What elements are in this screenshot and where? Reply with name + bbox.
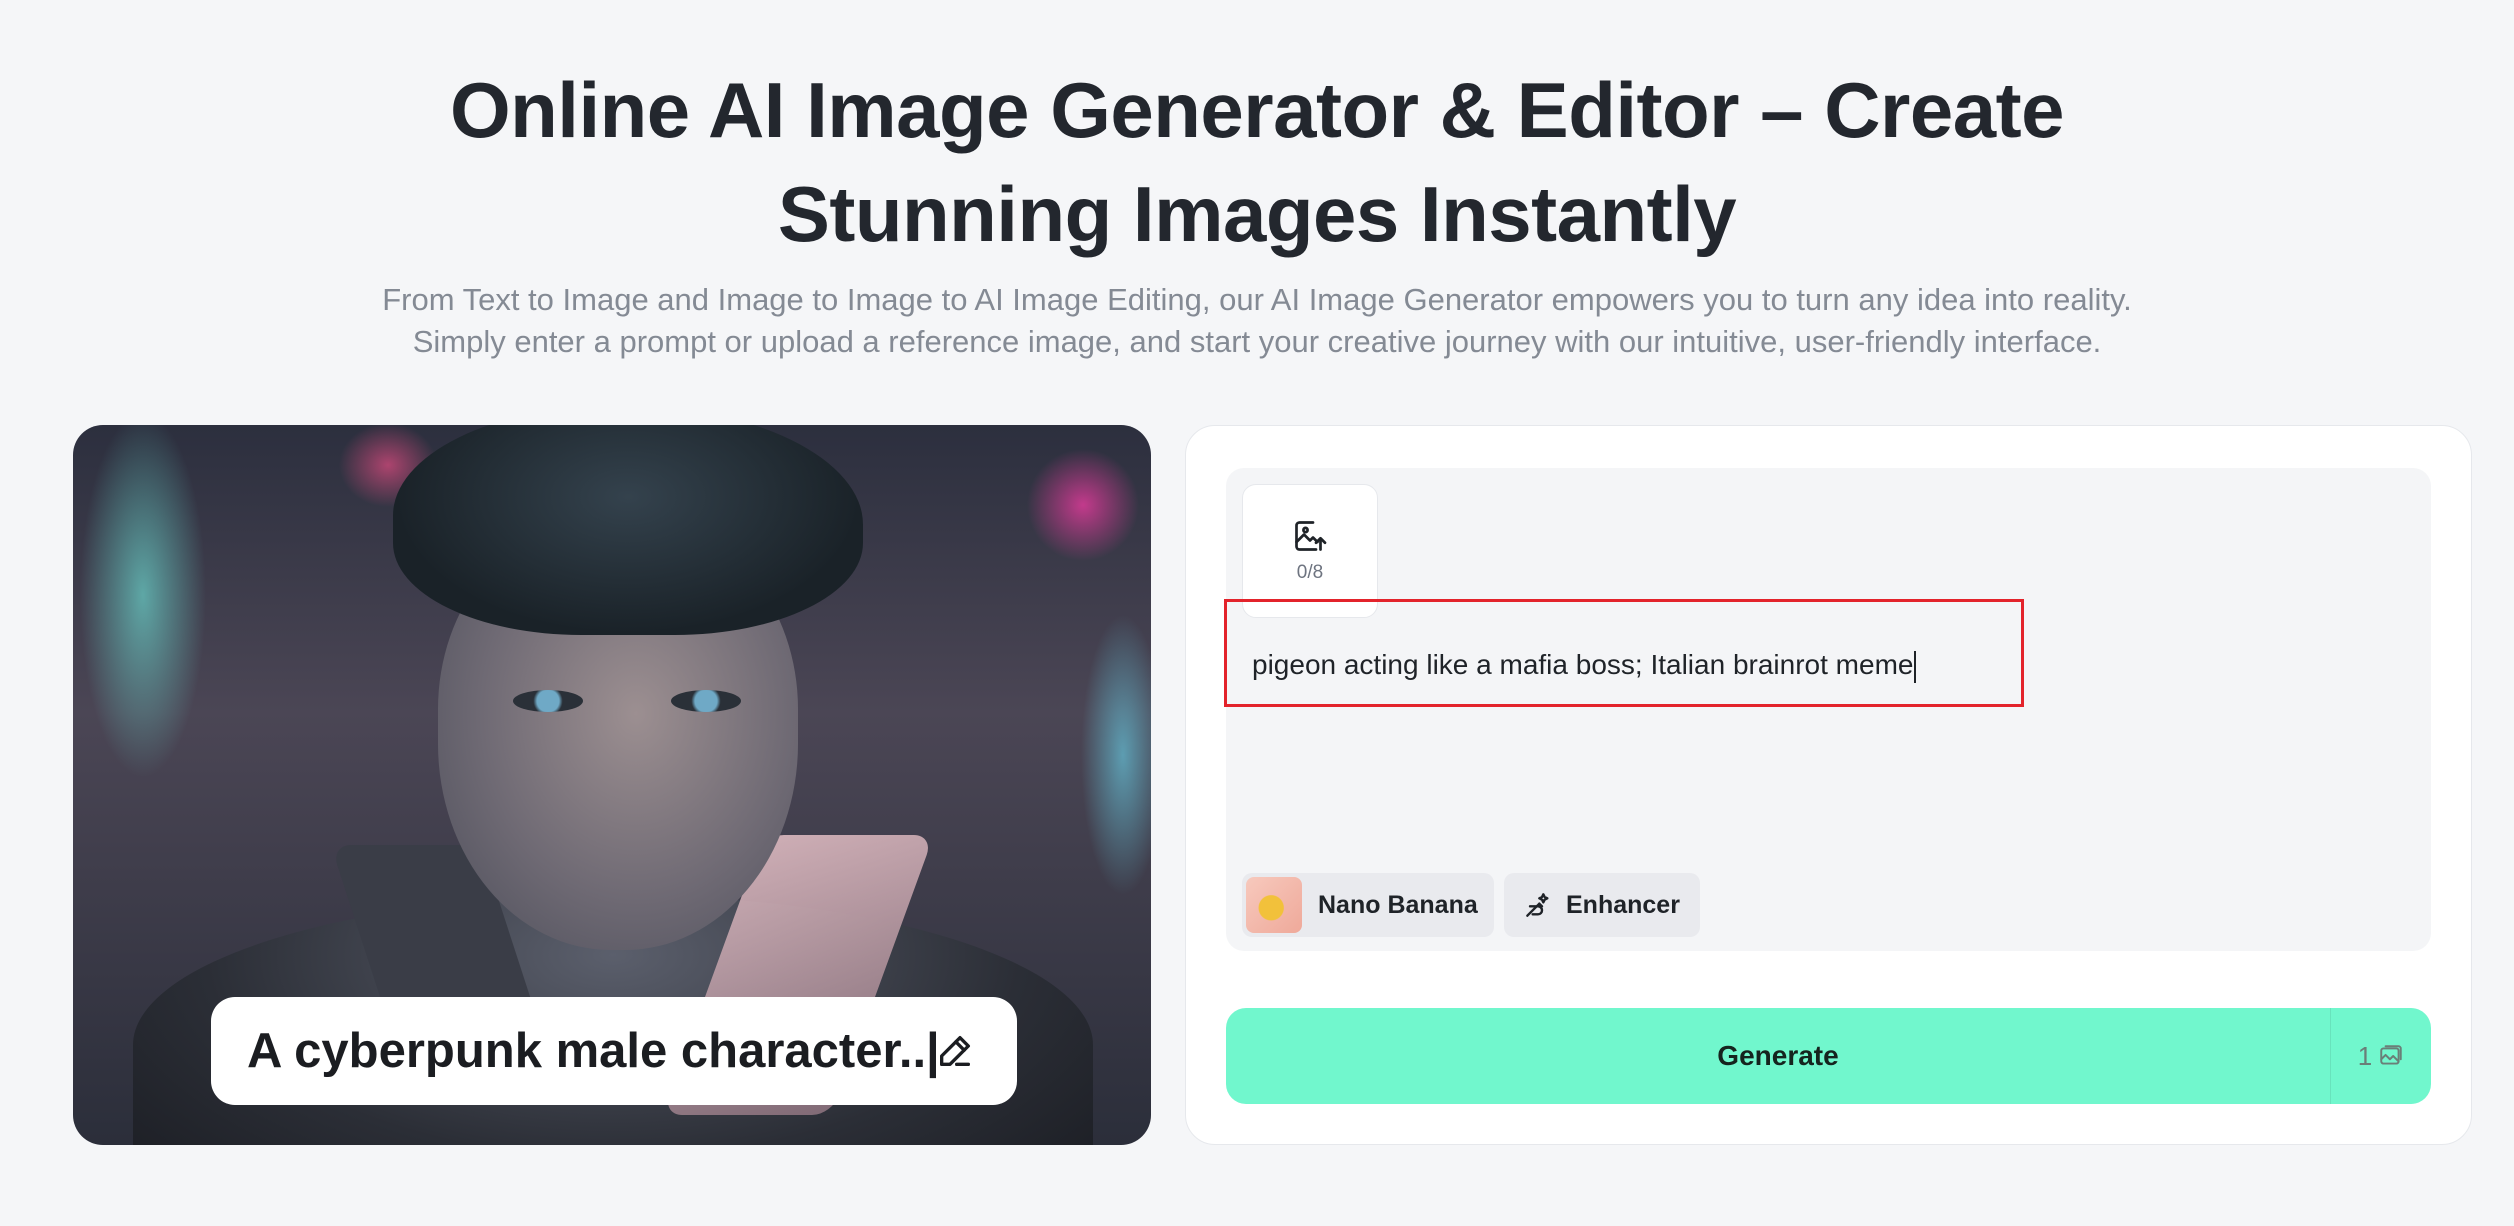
generate-button-label: Generate: [1717, 1040, 1839, 1071]
page-subtitle: From Text to Image and Image to Image to…: [0, 279, 2514, 363]
generator-panel: 0/8 pigeon acting like a mafia boss; Ita…: [1185, 425, 2472, 1145]
generate-cost-value: 1: [2357, 1040, 2373, 1071]
prompt-input[interactable]: pigeon acting like a mafia boss; Italian…: [1252, 640, 2412, 690]
showcase-caption-text: A cyberpunk male character..|: [247, 1024, 940, 1078]
page-title-line-1: Online AI Image Generator & Editor – Cre…: [449, 66, 2065, 154]
upload-count: 0/8: [1296, 562, 1324, 583]
image-credit-icon: [2380, 1045, 2402, 1065]
image-upload-button[interactable]: 0/8: [1242, 484, 1378, 618]
model-thumbnail: [1246, 877, 1302, 933]
generate-button[interactable]: Generate 1: [1226, 1008, 2431, 1104]
enhancer-button[interactable]: Enhancer: [1504, 873, 1700, 937]
showcase-caption: A cyberpunk male character..|: [211, 997, 1017, 1105]
page-title-line-2: Stunning Images Instantly: [777, 170, 1737, 258]
model-selector-button[interactable]: Nano Banana: [1242, 873, 1494, 937]
enhancer-label: Enhancer: [1566, 890, 1680, 919]
showcase-eye-right: [671, 690, 741, 712]
prompt-box[interactable]: 0/8 pigeon acting like a mafia boss; Ita…: [1224, 468, 2431, 951]
prompt-input-value: pigeon acting like a mafia boss; Italian…: [1252, 649, 1914, 680]
pencil-edit-icon: [940, 1036, 970, 1066]
generate-cost: 1: [2331, 1008, 2431, 1104]
page-subtitle-line-1: From Text to Image and Image to Image to…: [382, 282, 2132, 317]
magic-wand-icon: [1526, 893, 1549, 917]
showcase-image: A cyberpunk male character..|: [73, 425, 1151, 1145]
showcase-eye-left: [513, 690, 583, 712]
model-selector-label: Nano Banana: [1318, 890, 1478, 919]
page-subtitle-line-2: Simply enter a prompt or upload a refere…: [412, 324, 2102, 359]
image-upload-icon: [1295, 521, 1327, 551]
page-title: Online AI Image Generator & Editor – Cre…: [0, 58, 2514, 266]
showcase-hair: [393, 425, 863, 635]
text-caret: [1914, 650, 1917, 683]
